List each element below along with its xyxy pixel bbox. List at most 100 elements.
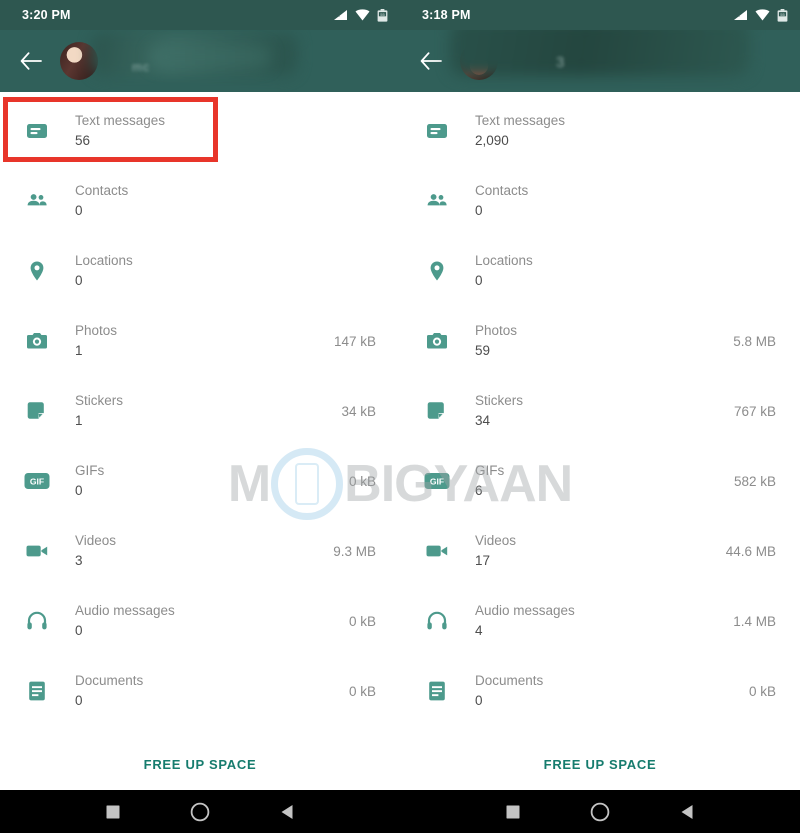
dual-screenshot-container: 3:20 PM 55 mc Text messages 56 Contacts …	[0, 0, 800, 790]
row-label: Stickers	[475, 393, 524, 408]
photos-icon	[422, 329, 452, 353]
back-button[interactable]	[414, 44, 448, 78]
row-count: 59	[475, 343, 491, 358]
row-text-block: Text messages 2,090	[452, 111, 776, 151]
svg-text:55: 55	[380, 12, 385, 17]
contact-name-ghost-text: mc	[132, 60, 150, 74]
text-messages-icon	[422, 119, 452, 143]
row-size: 0 kB	[748, 683, 776, 699]
row-count: 4	[475, 623, 483, 638]
row-size: 0 kB	[348, 683, 376, 699]
table-row[interactable]: Videos 17 44.6 MB	[400, 516, 800, 586]
row-text-block: Photos 59	[452, 321, 733, 361]
row-label: Photos	[475, 323, 518, 338]
back-triangle-icon[interactable]	[672, 797, 702, 827]
table-row[interactable]: Documents 0 0 kB	[0, 656, 400, 726]
row-text-block: GIFs 0	[52, 461, 349, 501]
videos-icon	[422, 539, 452, 563]
row-text-block: Stickers 1	[52, 391, 341, 431]
gifs-icon: GIF	[22, 472, 52, 490]
row-text-block: Contacts 0	[452, 181, 776, 221]
battery-icon: 55	[777, 8, 788, 22]
row-count: 17	[475, 553, 491, 568]
audio-messages-icon	[422, 609, 452, 633]
status-bar-icons: 55	[333, 8, 388, 22]
stickers-icon	[422, 399, 452, 423]
row-label: Contacts	[475, 183, 529, 198]
left-footer: FREE UP SPACE	[0, 738, 400, 790]
svg-text:GIF: GIF	[430, 477, 444, 487]
free-up-space-button[interactable]: FREE UP SPACE	[534, 751, 667, 778]
free-up-space-button[interactable]: FREE UP SPACE	[134, 751, 267, 778]
table-row[interactable]: GIF GIFs 0 0 kB	[0, 446, 400, 516]
row-label: GIFs	[475, 463, 505, 478]
avatar[interactable]	[460, 42, 498, 80]
back-button[interactable]	[14, 44, 48, 78]
left-nav-buttons	[0, 790, 400, 833]
right-nav-buttons	[400, 790, 800, 833]
recents-square-icon[interactable]	[498, 797, 528, 827]
row-text-block: Videos 17	[452, 531, 726, 571]
audio-messages-icon	[22, 609, 52, 633]
row-label: Locations	[75, 253, 133, 268]
table-row[interactable]: GIF GIFs 6 582 kB	[400, 446, 800, 516]
row-text-block: Locations 0	[452, 251, 776, 291]
right-app-bar: 3	[400, 30, 800, 92]
contacts-icon	[22, 189, 52, 213]
signal-icon	[733, 9, 748, 21]
right-status-bar: 3:18 PM 55	[400, 0, 800, 30]
right-storage-usage-list: Text messages 2,090 Contacts 0 Locations…	[400, 92, 800, 738]
table-row[interactable]: Text messages 2,090	[400, 96, 800, 166]
home-circle-icon[interactable]	[585, 797, 615, 827]
table-row[interactable]: Contacts 0	[0, 166, 400, 236]
locations-icon	[22, 259, 52, 283]
contact-name-redacted	[92, 32, 297, 76]
row-label: Text messages	[475, 113, 566, 128]
row-size: 34 kB	[341, 403, 376, 419]
back-arrow-icon	[420, 52, 442, 70]
row-text-block: GIFs 6	[452, 461, 734, 501]
back-triangle-icon[interactable]	[272, 797, 302, 827]
table-row[interactable]: Locations 0	[400, 236, 800, 306]
row-count: 0	[75, 623, 83, 638]
table-row[interactable]: Stickers 1 34 kB	[0, 376, 400, 446]
row-count: 0	[475, 693, 483, 708]
table-row[interactable]: Stickers 34 767 kB	[400, 376, 800, 446]
row-count: 0	[75, 693, 83, 708]
left-app-bar: mc	[0, 30, 400, 92]
table-row[interactable]: Audio messages 4 1.4 MB	[400, 586, 800, 656]
table-row[interactable]: Audio messages 0 0 kB	[0, 586, 400, 656]
row-size: 44.6 MB	[725, 543, 776, 559]
right-phone-screenshot: 3:18 PM 55 3 Text messages 2,090 Contact…	[400, 0, 800, 790]
table-row[interactable]: Text messages 56	[0, 96, 400, 166]
row-label: Videos	[75, 533, 117, 548]
stickers-icon	[22, 399, 52, 423]
row-text-block: Documents 0	[52, 671, 349, 711]
avatar[interactable]	[60, 42, 98, 80]
text-messages-icon	[22, 119, 52, 143]
left-storage-usage-list: Text messages 56 Contacts 0 Locations 0 …	[0, 92, 400, 738]
row-count: 0	[75, 203, 83, 218]
row-size: 9.3 MB	[333, 543, 376, 559]
row-label: Locations	[475, 253, 533, 268]
table-row[interactable]: Locations 0	[0, 236, 400, 306]
row-count: 1	[75, 343, 83, 358]
row-size: 0 kB	[348, 613, 376, 629]
row-text-block: Documents 0	[452, 671, 749, 711]
table-row[interactable]: Documents 0 0 kB	[400, 656, 800, 726]
photos-icon	[22, 329, 52, 353]
home-circle-icon[interactable]	[185, 797, 215, 827]
table-row[interactable]: Videos 3 9.3 MB	[0, 516, 400, 586]
back-arrow-icon	[20, 52, 42, 70]
row-count: 0	[75, 273, 83, 288]
right-footer: FREE UP SPACE	[400, 738, 800, 790]
android-navigation-bar	[0, 790, 800, 833]
locations-icon	[422, 259, 452, 283]
contact-name-ghost-text: 3	[556, 54, 566, 71]
table-row[interactable]: Contacts 0	[400, 166, 800, 236]
recents-square-icon[interactable]	[98, 797, 128, 827]
row-text-block: Audio messages 0	[52, 601, 349, 641]
row-text-block: Text messages 56	[52, 111, 376, 151]
table-row[interactable]: Photos 1 147 kB	[0, 306, 400, 376]
table-row[interactable]: Photos 59 5.8 MB	[400, 306, 800, 376]
